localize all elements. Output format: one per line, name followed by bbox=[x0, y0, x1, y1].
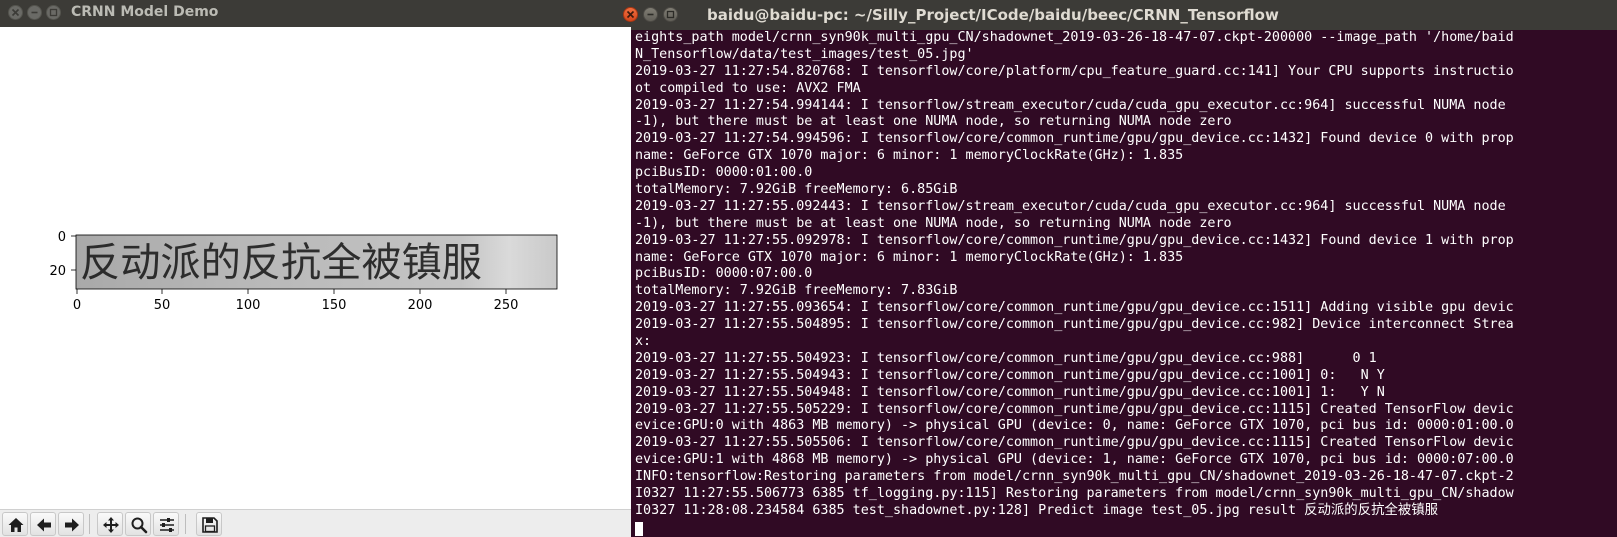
terminal-minimize-button[interactable] bbox=[643, 7, 658, 22]
terminal-line: evice:GPU:1 with 4868 MB memory) -> phys… bbox=[635, 452, 1514, 468]
terminal-line: 2019-03-27 11:27:55.505506: I tensorflow… bbox=[635, 435, 1514, 451]
arrow-left-icon bbox=[37, 518, 51, 532]
magnifier-icon bbox=[131, 517, 148, 534]
terminal-maximize-button[interactable] bbox=[663, 7, 678, 22]
terminal-output[interactable]: eights_path model/crnn_syn90k_multi_gpu_… bbox=[635, 30, 1617, 537]
terminal-line: 2019-03-27 11:27:54.994144: I tensorflow… bbox=[635, 97, 1514, 113]
terminal-line: I0327 11:28:08.234584 6385 test_shadowne… bbox=[635, 502, 1439, 518]
floppy-icon bbox=[202, 517, 218, 533]
zoom-button[interactable] bbox=[125, 512, 151, 536]
subplots-button[interactable] bbox=[153, 512, 179, 536]
terminal-line: eights_path model/crnn_syn90k_multi_gpu_… bbox=[635, 30, 1514, 45]
terminal-line: -1), but there must be at least one NUMA… bbox=[635, 114, 1232, 130]
y-tick-label: 20 bbox=[49, 264, 66, 279]
terminal-line: 2019-03-27 11:27:55.093654: I tensorflow… bbox=[635, 300, 1514, 316]
terminal-line: pciBusID: 0000:07:00.0 bbox=[635, 266, 813, 282]
maximize-icon bbox=[49, 8, 58, 17]
terminal-line: 2019-03-27 11:27:55.504895: I tensorflow… bbox=[635, 317, 1514, 333]
close-window-button[interactable] bbox=[8, 5, 23, 20]
sliders-icon bbox=[160, 518, 174, 532]
terminal-line: pciBusID: 0000:01:00.0 bbox=[635, 165, 813, 181]
terminal-line: ot compiled to use: AVX2 FMA bbox=[635, 80, 861, 96]
window-title: baidu@baidu-pc: ~/Silly_Project/ICode/ba… bbox=[707, 6, 1279, 24]
terminal-line: INFO:tensorflow:Restoring parameters fro… bbox=[635, 469, 1514, 485]
terminal-line: 2019-03-27 11:27:55.505229: I tensorflow… bbox=[635, 401, 1514, 417]
close-icon bbox=[11, 8, 20, 17]
y-axis: 0 20 bbox=[49, 230, 76, 279]
toolbar-separator bbox=[185, 514, 186, 534]
image-axes: 反动派的反抗全被镇服 0 20 0 50 100 150 200 250 bbox=[49, 230, 558, 313]
home-button[interactable] bbox=[2, 512, 28, 536]
terminal-line: x: bbox=[635, 334, 652, 350]
maximize-window-button[interactable] bbox=[46, 5, 61, 20]
minimize-icon bbox=[31, 11, 38, 14]
minimize-icon bbox=[647, 13, 654, 16]
terminal-line: I0327 11:27:55.506773 6385 tf_logging.py… bbox=[635, 486, 1514, 502]
close-icon bbox=[626, 10, 635, 19]
image-text: 反动派的反抗全被镇服 bbox=[80, 240, 482, 286]
terminal-line: evice:GPU:0 with 4863 MB memory) -> phys… bbox=[635, 418, 1514, 434]
terminal-line: 2019-03-27 11:27:55.092443: I tensorflow… bbox=[635, 198, 1514, 214]
maximize-icon bbox=[666, 10, 675, 19]
terminal-line: 2019-03-27 11:27:55.504923: I tensorflow… bbox=[635, 350, 1377, 366]
y-tick-label: 0 bbox=[58, 230, 66, 245]
home-icon bbox=[8, 518, 24, 532]
terminal-line: totalMemory: 7.92GiB freeMemory: 7.83GiB bbox=[635, 283, 958, 299]
terminal-line: name: GeForce GTX 1070 major: 6 minor: 1… bbox=[635, 249, 1184, 265]
arrow-right-icon bbox=[65, 518, 79, 532]
minimize-window-button[interactable] bbox=[27, 5, 42, 20]
x-tick-label: 0 bbox=[73, 298, 81, 313]
pan-button[interactable] bbox=[97, 512, 123, 536]
x-tick-label: 150 bbox=[322, 298, 347, 313]
matplotlib-window: CRNN Model Demo 反动派的反抗全被镇服 0 20 0 50 100… bbox=[0, 0, 631, 537]
terminal-line: 2019-03-27 11:27:55.504948: I tensorflow… bbox=[635, 384, 1385, 400]
terminal-line: -1), but there must be at least one NUMA… bbox=[635, 215, 1232, 231]
window-title: CRNN Model Demo bbox=[71, 4, 219, 20]
terminal-line: 2019-03-27 11:27:55.504943: I tensorflow… bbox=[635, 367, 1385, 383]
terminal-line: totalMemory: 7.92GiB freeMemory: 6.85GiB bbox=[635, 182, 958, 198]
terminal-line: 2019-03-27 11:27:54.820768: I tensorflow… bbox=[635, 63, 1514, 79]
back-button[interactable] bbox=[30, 512, 56, 536]
move-icon bbox=[103, 517, 119, 533]
x-tick-label: 200 bbox=[408, 298, 433, 313]
terminal-line: 2019-03-27 11:27:55.092978: I tensorflow… bbox=[635, 232, 1514, 248]
x-tick-label: 100 bbox=[236, 298, 261, 313]
terminal-line: N_Tensorflow/data/test_images/test_05.jp… bbox=[635, 46, 974, 62]
x-tick-label: 50 bbox=[154, 298, 171, 313]
navigation-toolbar bbox=[0, 509, 631, 537]
forward-button[interactable] bbox=[58, 512, 84, 536]
x-axis: 0 50 100 150 200 250 bbox=[73, 289, 519, 313]
toolbar-separator bbox=[89, 514, 90, 534]
terminal-close-button[interactable] bbox=[623, 7, 638, 22]
x-tick-label: 250 bbox=[494, 298, 519, 313]
window-titlebar[interactable]: baidu@baidu-pc: ~/Silly_Project/ICode/ba… bbox=[631, 0, 1617, 30]
window-titlebar[interactable]: CRNN Model Demo bbox=[0, 0, 631, 27]
save-button[interactable] bbox=[196, 512, 222, 536]
figure-canvas[interactable]: 反动派的反抗全被镇服 0 20 0 50 100 150 200 250 bbox=[0, 27, 631, 509]
plot-area: 反动派的反抗全被镇服 0 20 0 50 100 150 200 250 bbox=[49, 230, 558, 313]
terminal-cursor bbox=[635, 522, 643, 536]
terminal-window: baidu@baidu-pc: ~/Silly_Project/ICode/ba… bbox=[631, 0, 1617, 537]
terminal-line: 2019-03-27 11:27:54.994596: I tensorflow… bbox=[635, 131, 1514, 147]
terminal-line: name: GeForce GTX 1070 major: 6 minor: 1… bbox=[635, 148, 1184, 164]
